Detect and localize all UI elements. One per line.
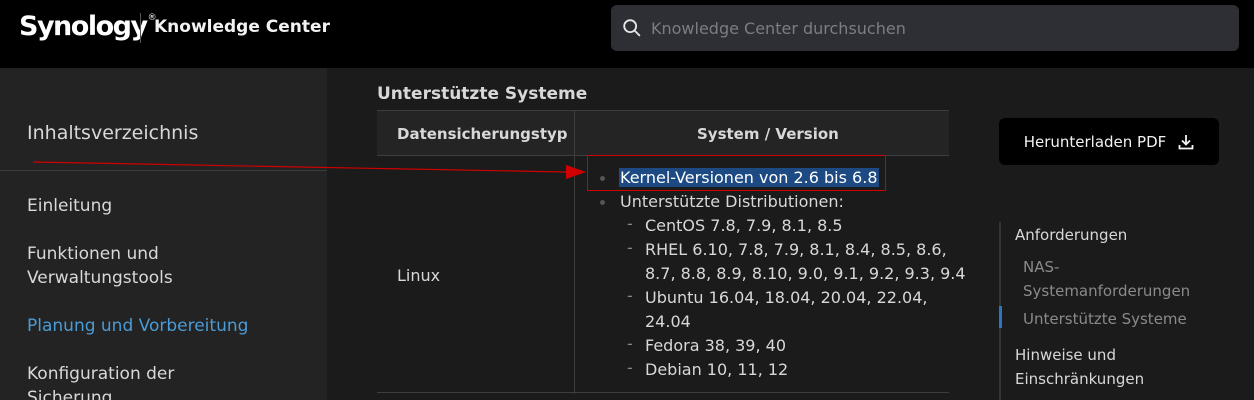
list-item: Debian 10, 11, 12 [645,360,789,379]
header-system-version: System / Version [697,125,839,143]
dash-marker: - [627,334,633,353]
brand-name: Synology [19,11,148,42]
sidebar-item-funktionen[interactable]: Funktionen und [27,242,307,266]
header-backup-type: Datensicherungstyp [397,125,568,143]
page-toc-hinweise-line1[interactable]: Hinweise und [1015,343,1116,367]
download-pdf-label: Herunterladen PDF [1023,132,1167,151]
section-title: Unterstützte Systeme [377,84,588,104]
kernel-versions: Kernel-Versionen von 2.6 bis 6.8 [619,166,879,190]
synology-logo[interactable]: Synology® [19,11,157,42]
dash-marker: - [627,214,633,233]
sidebar-item-einleitung[interactable]: Einleitung [27,194,307,218]
sidebar-item-konfiguration-line2[interactable]: Sicherung [27,386,307,400]
sidebar-item-funktionen-line2[interactable]: Verwaltungstools [27,266,307,290]
page-toc-hinweise-line2[interactable]: Einschränkungen [1015,367,1144,391]
selected-text: Kernel-Versionen von 2.6 bis 6.8 [619,168,879,187]
toc-title: Inhaltsverzeichnis [27,122,199,144]
page-toc-nas-line2[interactable]: Systemanforderungen [1023,279,1190,303]
column-divider [574,111,575,394]
list-item: RHEL 6.10, 7.8, 7.9, 8.1, 8.4, 8.5, 8.6, [645,240,947,259]
list-item: Fedora 38, 39, 40 [645,336,787,355]
list-item: 24.04 [645,312,691,331]
toc-divider [0,170,327,171]
bullet-dot [600,200,605,205]
dash-marker: - [627,358,633,377]
list-item: Ubuntu 16.04, 18.04, 20.04, 22.04, [645,288,928,307]
distros-label: Unterstützte Distributionen: [620,192,844,211]
sidebar [0,68,327,400]
top-bar: Synology® Knowledge Center [0,0,1254,68]
product-title[interactable]: Knowledge Center [154,17,330,37]
sidebar-item-konfiguration[interactable]: Konfiguration der [27,362,307,386]
bullet-dot [600,176,605,181]
page-toc-anforderungen[interactable]: Anforderungen [1015,223,1127,247]
search-icon [623,19,641,37]
search-box[interactable] [611,5,1239,51]
dash-marker: - [627,286,633,305]
list-item: CentOS 7.8, 7.9, 8.1, 8.5 [645,216,843,235]
table-header-row: Datensicherungstyp System / Version [377,111,949,156]
list-item: 8.7, 8.8, 8.9, 8.10, 9.0, 9.1, 9.2, 9.3,… [645,264,966,283]
page-toc-unterstuetzte-systeme[interactable]: Unterstützte Systeme [1023,307,1187,331]
search-input[interactable] [651,5,1231,51]
download-pdf-button[interactable]: Herunterladen PDF [999,118,1219,165]
logo-divider [140,13,141,43]
page-toc-nas-line1[interactable]: NAS- [1023,255,1059,279]
dash-marker: - [627,238,633,257]
page-toc-active-marker [999,306,1002,328]
os-cell: Linux [397,266,441,285]
download-icon [1178,134,1194,149]
sidebar-item-planung[interactable]: Planung und Vorbereitung [27,314,307,338]
